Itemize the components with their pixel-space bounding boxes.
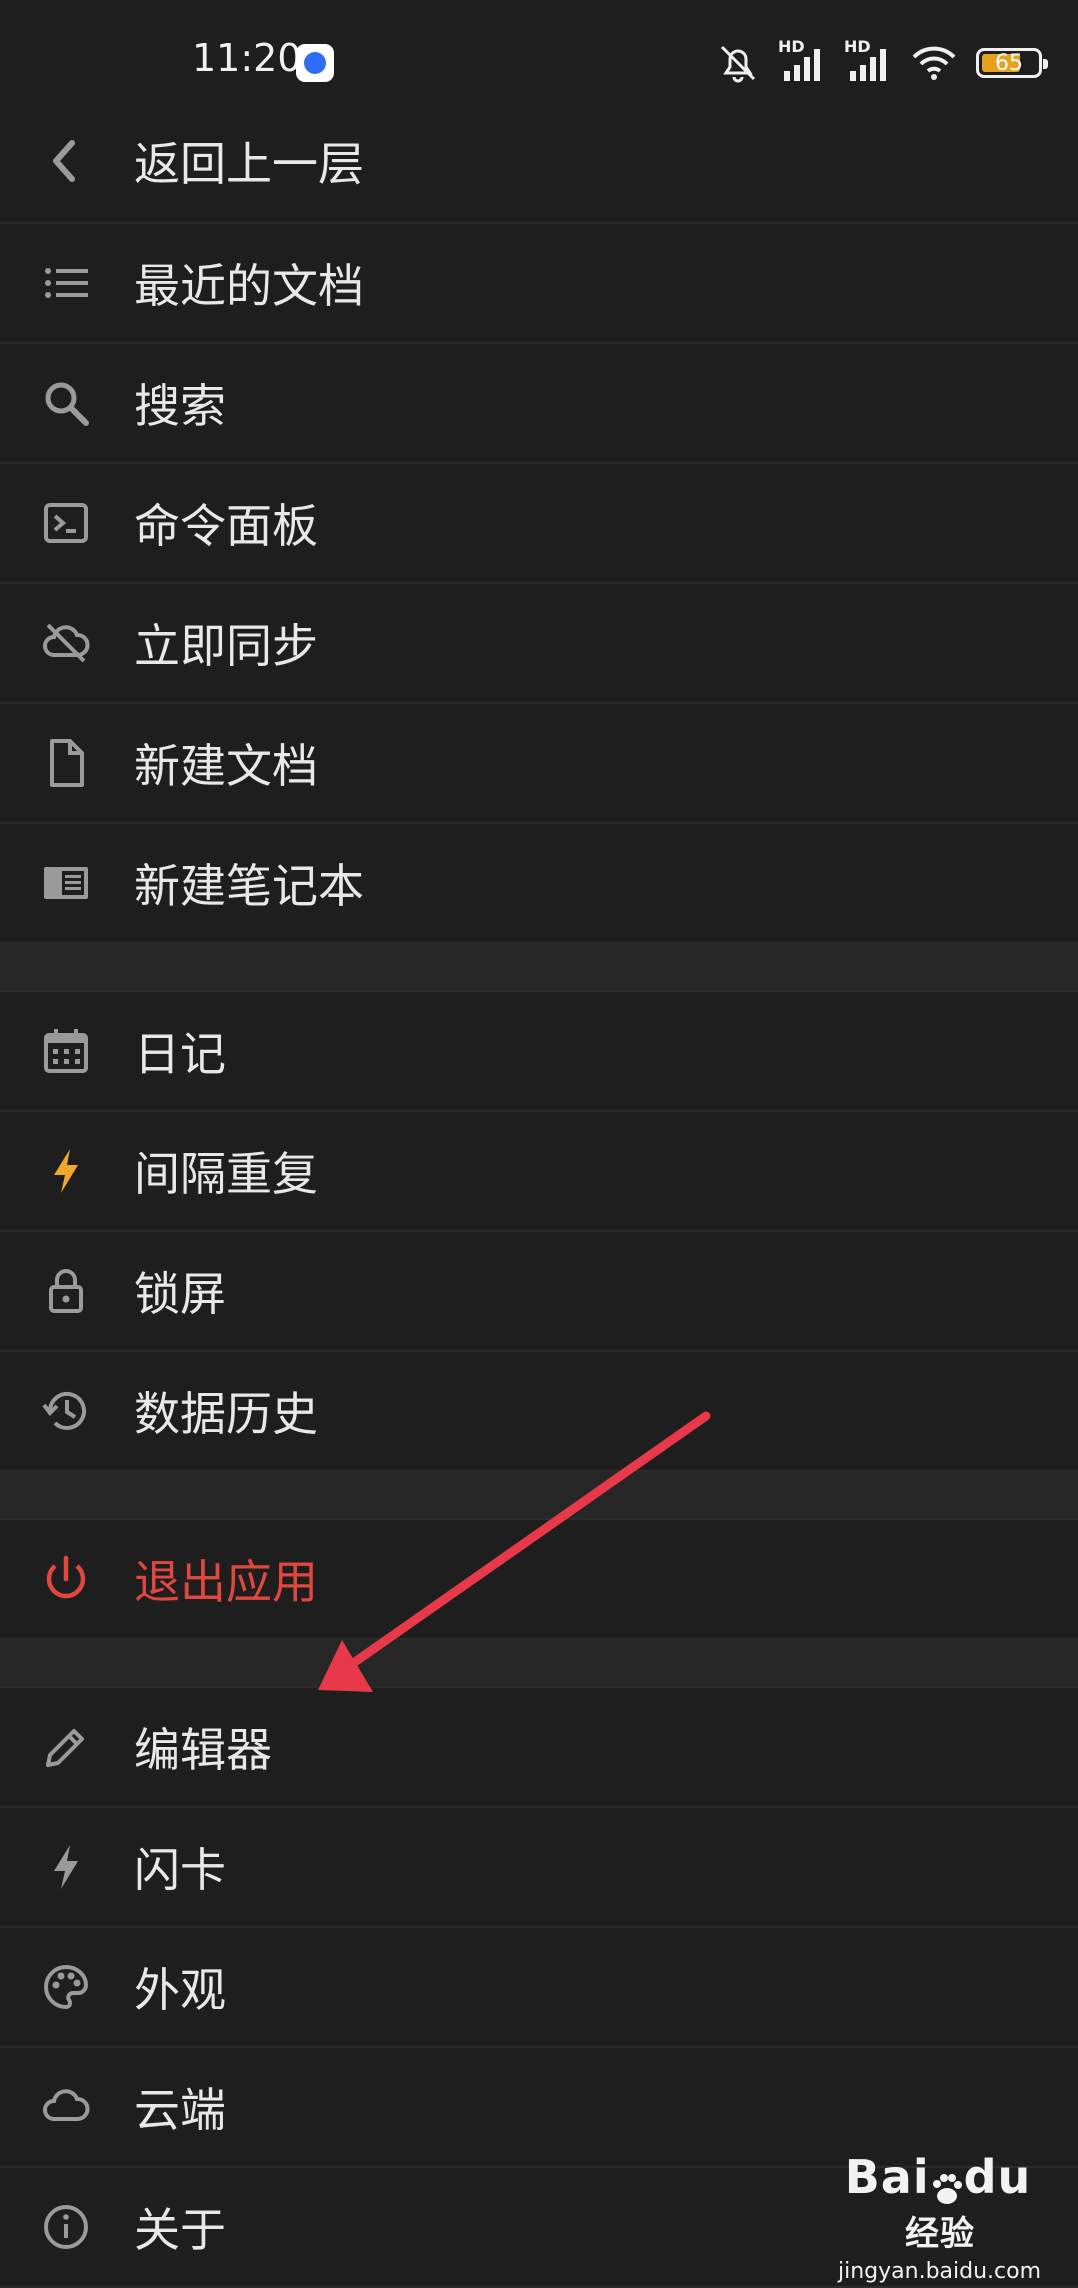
app-notification-icon	[296, 44, 334, 82]
search-icon	[40, 377, 92, 429]
file-icon	[40, 737, 92, 789]
menu-divider	[0, 1472, 1078, 1520]
lock-icon	[40, 1265, 92, 1317]
palette-icon	[40, 1961, 92, 2013]
info-icon	[40, 2201, 92, 2253]
menu-item-label: 命令面板	[134, 499, 318, 553]
menu-item-label: 关于	[134, 2203, 226, 2257]
menu-item-label: 数据历史	[134, 1387, 318, 1441]
menu-item-flashcards[interactable]: 闪卡	[0, 1808, 1078, 1928]
menu-item-new-notebook[interactable]: 新建笔记本	[0, 824, 1078, 944]
status-icons: HD HD 65	[716, 37, 1048, 88]
history-icon	[40, 1385, 92, 1437]
menu-item-data-history[interactable]: 数据历史	[0, 1352, 1078, 1472]
menu-item-label: 锁屏	[134, 1267, 226, 1321]
notebook-icon	[40, 857, 92, 909]
battery-level: 65	[995, 51, 1023, 76]
cloud-off-icon	[40, 617, 92, 669]
back-label: 返回上一层	[134, 137, 364, 191]
menu-item-new-document[interactable]: 新建文档	[0, 704, 1078, 824]
calendar-icon	[40, 1025, 92, 1077]
signal-2: HD	[844, 37, 892, 85]
terminal-icon	[40, 497, 92, 549]
menu-item-editor[interactable]: 编辑器	[0, 1688, 1078, 1808]
menu-item-label: 立即同步	[134, 619, 318, 673]
menu-item-daily-note[interactable]: 日记	[0, 992, 1078, 1112]
signal-1: HD	[778, 37, 826, 85]
signal-bars-icon	[784, 49, 820, 81]
watermark-domain: jingyan.baidu.com	[838, 2258, 1042, 2284]
menu-item-label: 外观	[134, 1963, 226, 2017]
menu-item-lock-screen[interactable]: 锁屏	[0, 1232, 1078, 1352]
side-menu: 返回上一层 最近的文档 搜索 命令面板 立即同步 新建文档 新建笔记本 日记 间…	[0, 100, 1078, 2288]
signal-bars-icon	[850, 49, 886, 81]
paw-icon	[932, 2173, 962, 2204]
lightning-icon	[40, 1145, 92, 1197]
menu-item-label: 搜索	[134, 379, 226, 433]
menu-item-label: 新建笔记本	[134, 859, 364, 913]
menu-item-label: 闪卡	[134, 1843, 226, 1897]
status-time: 11:20	[192, 36, 302, 80]
menu-item-spaced-repetition[interactable]: 间隔重复	[0, 1112, 1078, 1232]
lightning-icon	[40, 1841, 92, 1893]
menu-item-label: 最近的文档	[134, 259, 364, 313]
menu-item-sync-now[interactable]: 立即同步	[0, 584, 1078, 704]
chevron-left-icon	[40, 135, 92, 187]
watermark-brand: Bai du 经验	[838, 2150, 1038, 2255]
watermark-brand-right: du	[963, 2150, 1032, 2204]
menu-item-label: 云端	[134, 2083, 226, 2137]
menu-divider	[0, 944, 1078, 992]
power-icon	[40, 1553, 92, 1605]
menu-item-label: 间隔重复	[134, 1147, 318, 1201]
watermark-suffix: 经验	[905, 2213, 975, 2254]
list-icon	[40, 257, 92, 309]
watermark-brand-left: Bai	[844, 2150, 930, 2204]
battery-icon: 65	[976, 48, 1048, 78]
menu-item-label: 编辑器	[134, 1723, 272, 1777]
menu-item-label: 退出应用	[134, 1555, 318, 1609]
menu-item-command-palette[interactable]: 命令面板	[0, 464, 1078, 584]
menu-item-recent-docs[interactable]: 最近的文档	[0, 224, 1078, 344]
back-button[interactable]: 返回上一层	[0, 100, 1078, 224]
menu-item-appearance[interactable]: 外观	[0, 1928, 1078, 2048]
menu-item-exit-app[interactable]: 退出应用	[0, 1520, 1078, 1640]
menu-item-label: 日记	[134, 1027, 226, 1081]
cloud-icon	[40, 2081, 92, 2133]
menu-item-label: 新建文档	[134, 739, 318, 793]
pencil-icon	[40, 1721, 92, 1773]
mute-bell-icon	[720, 45, 756, 83]
menu-item-search[interactable]: 搜索	[0, 344, 1078, 464]
baidu-watermark: Bai du 经验 jingyan.baidu.com	[838, 2150, 1042, 2284]
wifi-icon	[912, 46, 956, 80]
menu-divider	[0, 1640, 1078, 1688]
